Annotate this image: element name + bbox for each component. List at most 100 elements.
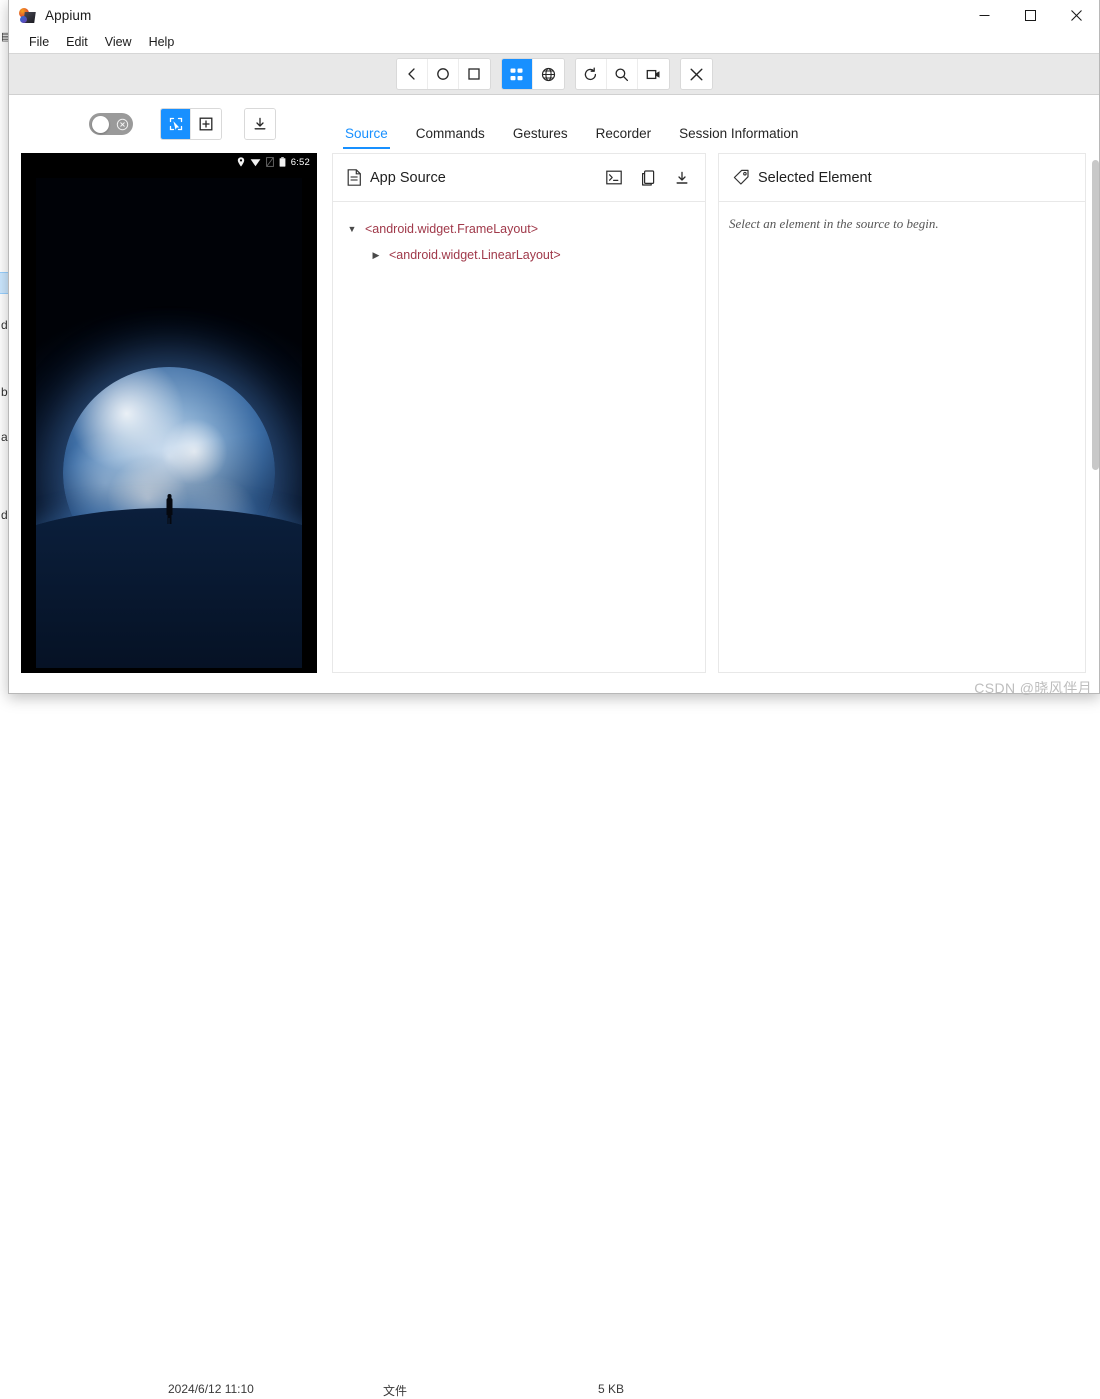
selected-element-title: Selected Element bbox=[758, 170, 872, 186]
tab-recorder[interactable]: Recorder bbox=[582, 113, 666, 153]
device-back-button[interactable] bbox=[397, 59, 428, 89]
toggle-knob bbox=[92, 116, 109, 133]
title-bar: Appium bbox=[9, 0, 1099, 31]
sim-card-icon bbox=[266, 157, 274, 167]
app-source-actions bbox=[605, 169, 691, 187]
selected-element-placeholder: Select an element in the source to begin… bbox=[729, 216, 1075, 232]
appium-main-window: Appium File Edit View He bbox=[8, 0, 1100, 694]
tab-gestures[interactable]: Gestures bbox=[499, 113, 582, 153]
tab-session-information-label: Session Information bbox=[679, 126, 798, 141]
tab-commands[interactable]: Commands bbox=[402, 113, 499, 153]
minimize-button[interactable] bbox=[961, 0, 1007, 31]
tree-node-framelayout[interactable]: ▼ <android.widget.FrameLayout> bbox=[343, 216, 695, 242]
tag-icon bbox=[733, 169, 750, 186]
csdn-watermark: CSDN @晓风伴月 bbox=[974, 678, 1092, 698]
selected-element-header: Selected Element bbox=[719, 154, 1085, 202]
appium-logo-icon bbox=[18, 7, 36, 25]
selected-element-title-wrap: Selected Element bbox=[733, 169, 872, 186]
toolbar-group-quit bbox=[681, 59, 712, 89]
grid-icon bbox=[509, 67, 524, 82]
explorer-file-date: 2024/6/12 11:10 bbox=[168, 1382, 254, 1396]
file-document-icon bbox=[347, 169, 362, 186]
select-element-tool[interactable] bbox=[161, 109, 191, 139]
explorer-file-size: 5 KB bbox=[598, 1382, 624, 1396]
close-button[interactable] bbox=[1053, 0, 1099, 31]
inspector-tabs: Source Commands Gestures Recorder Sessio… bbox=[331, 95, 812, 153]
refresh-icon bbox=[583, 67, 598, 82]
wallpaper-silhouette-icon bbox=[166, 494, 173, 524]
selected-element-body: Select an element in the source to begin… bbox=[719, 202, 1085, 672]
add-element-tool[interactable] bbox=[191, 109, 221, 139]
tab-recorder-label: Recorder bbox=[596, 126, 652, 141]
maximize-icon bbox=[1025, 10, 1036, 21]
refresh-source-button[interactable] bbox=[576, 59, 607, 89]
menu-view[interactable]: View bbox=[97, 32, 140, 52]
menu-help[interactable]: Help bbox=[141, 32, 183, 52]
inspector-content: 6:52 bbox=[9, 153, 1099, 688]
close-x-icon bbox=[689, 67, 704, 82]
device-screenshot-pane: 6:52 bbox=[21, 153, 317, 688]
tab-commands-label: Commands bbox=[416, 126, 485, 141]
search-icon bbox=[614, 67, 629, 82]
window-title: Appium bbox=[45, 8, 91, 23]
battery-icon bbox=[279, 157, 286, 167]
download-source-button[interactable] bbox=[673, 169, 691, 187]
download-screenshot-tool[interactable] bbox=[245, 109, 275, 139]
device-wallpaper bbox=[36, 178, 302, 668]
app-source-tree: ▼ <android.widget.FrameLayout> ▶ <androi… bbox=[333, 202, 705, 672]
tab-source[interactable]: Source bbox=[331, 113, 402, 153]
copy-xpath-button[interactable] bbox=[605, 169, 623, 187]
attribute-toggle[interactable] bbox=[89, 113, 133, 135]
download-icon bbox=[252, 116, 268, 132]
toolbar-group-navigation bbox=[397, 59, 490, 89]
record-screen-button[interactable] bbox=[638, 59, 669, 89]
tree-node-label: <android.widget.FrameLayout> bbox=[361, 222, 538, 236]
minimize-icon bbox=[979, 10, 990, 21]
device-screen[interactable]: 6:52 bbox=[21, 153, 317, 673]
tab-source-label: Source bbox=[345, 126, 388, 141]
menu-edit[interactable]: Edit bbox=[58, 32, 96, 52]
wifi-icon bbox=[250, 157, 261, 167]
screenshot-tool-group bbox=[245, 109, 275, 139]
toolbar-group-tools bbox=[576, 59, 669, 89]
menu-bar: File Edit View Help bbox=[9, 31, 1099, 53]
device-toolbar bbox=[9, 53, 1099, 95]
window-scrollbar[interactable] bbox=[1092, 160, 1099, 470]
android-status-bar: 6:52 bbox=[21, 153, 317, 171]
back-chevron-icon bbox=[405, 67, 419, 81]
selected-element-panel: Selected Element Select an element in th… bbox=[718, 153, 1086, 673]
menu-file[interactable]: File bbox=[21, 32, 57, 52]
app-list-button[interactable] bbox=[502, 59, 533, 89]
maximize-button[interactable] bbox=[1007, 0, 1053, 31]
copy-icon bbox=[641, 170, 656, 186]
open-url-button[interactable] bbox=[533, 59, 564, 89]
quit-session-button[interactable] bbox=[681, 59, 712, 89]
inspector-subbar: Source Commands Gestures Recorder Sessio… bbox=[9, 95, 1099, 153]
caret-right-icon[interactable]: ▶ bbox=[367, 250, 385, 261]
bg-text-fragment: b bbox=[1, 385, 8, 399]
record-video-icon bbox=[646, 67, 661, 82]
square-icon bbox=[467, 67, 481, 81]
copy-source-button[interactable] bbox=[639, 169, 657, 187]
wallpaper-horizon bbox=[36, 508, 302, 668]
terminal-icon bbox=[606, 170, 622, 185]
download-icon bbox=[674, 170, 690, 186]
window-controls bbox=[961, 0, 1099, 31]
tree-node-label: <android.widget.LinearLayout> bbox=[385, 248, 561, 262]
toolbar-group-apps bbox=[502, 59, 564, 89]
search-element-button[interactable] bbox=[607, 59, 638, 89]
selection-tool-group bbox=[161, 109, 221, 139]
app-source-header: App Source bbox=[333, 154, 705, 202]
app-source-title-wrap: App Source bbox=[347, 169, 446, 186]
device-home-button[interactable] bbox=[428, 59, 459, 89]
caret-down-icon[interactable]: ▼ bbox=[343, 224, 361, 234]
tab-session-information[interactable]: Session Information bbox=[665, 113, 812, 153]
circle-icon bbox=[436, 67, 450, 81]
app-source-panel: App Source bbox=[332, 153, 706, 673]
explorer-file-type: 文件 bbox=[383, 1382, 407, 1399]
globe-icon bbox=[541, 67, 556, 82]
device-recent-apps-button[interactable] bbox=[459, 59, 490, 89]
location-pin-icon bbox=[237, 157, 245, 167]
tree-node-linearlayout[interactable]: ▶ <android.widget.LinearLayout> bbox=[343, 242, 695, 268]
add-box-icon bbox=[198, 116, 214, 132]
